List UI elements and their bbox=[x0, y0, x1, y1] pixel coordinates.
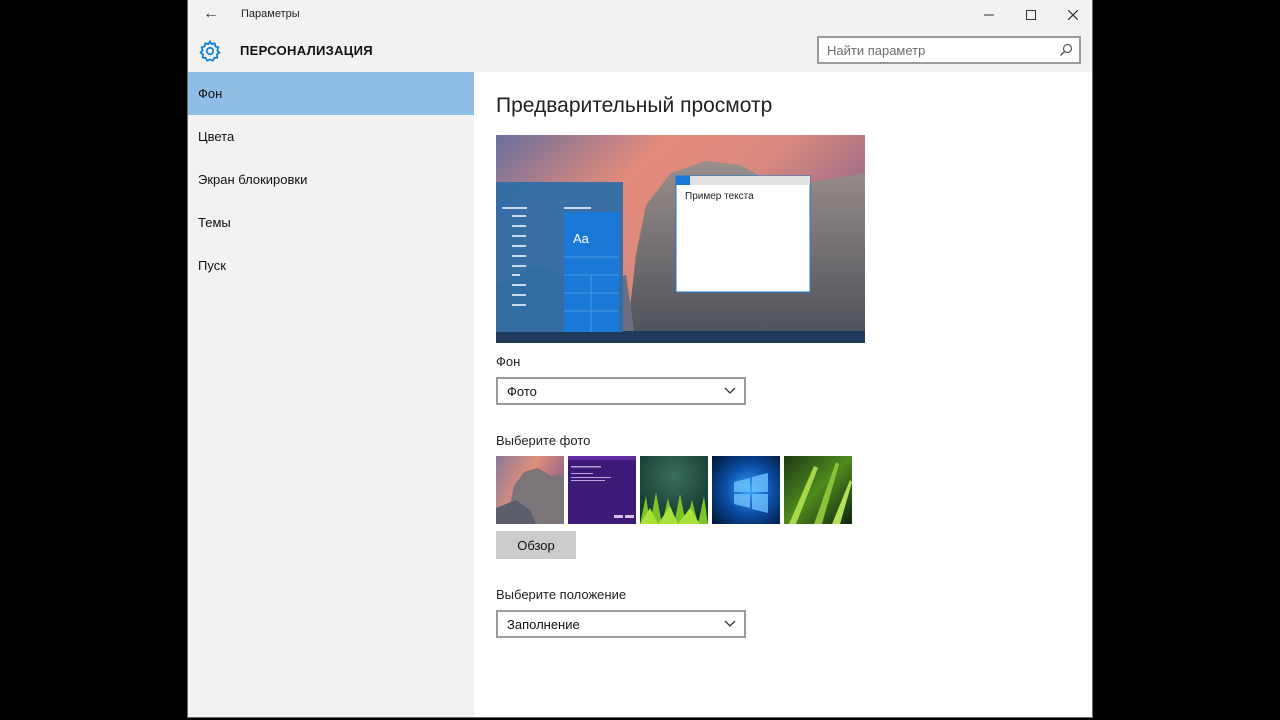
search-box[interactable] bbox=[817, 36, 1081, 64]
maximize-icon bbox=[1026, 10, 1036, 20]
sidebar-item-themes[interactable]: Темы bbox=[188, 201, 474, 244]
back-arrow-icon[interactable]: ← bbox=[201, 5, 221, 25]
title-bar: ← Параметры bbox=[188, 0, 1092, 30]
browse-button[interactable]: Обзор bbox=[496, 531, 576, 559]
close-button[interactable] bbox=[1052, 0, 1094, 30]
sidebar-item-label: Экран блокировки bbox=[198, 172, 308, 187]
position-select-value: Заполнение bbox=[507, 617, 580, 632]
minimize-icon bbox=[984, 14, 994, 16]
preview-sample-text: Пример текста bbox=[685, 191, 754, 202]
minimize-button[interactable] bbox=[968, 0, 1010, 30]
sidebar-item-background[interactable]: Фон bbox=[188, 72, 474, 115]
background-select[interactable]: Фото bbox=[496, 377, 746, 405]
window-title: Параметры bbox=[241, 8, 300, 20]
sidebar-item-label: Фон bbox=[198, 86, 223, 101]
chevron-down-icon bbox=[724, 620, 736, 627]
background-label: Фон bbox=[496, 354, 521, 369]
background-select-value: Фото bbox=[507, 384, 537, 399]
choose-photo-label: Выберите фото bbox=[496, 433, 591, 448]
page-title: Предварительный просмотр bbox=[496, 94, 773, 117]
main-content: Предварительный просмотр Aa Пример текст… bbox=[496, 72, 1086, 712]
photo-thumbnail-green[interactable] bbox=[784, 456, 852, 524]
section-title: ПЕРСОНАЛИЗАЦИЯ bbox=[240, 43, 373, 58]
close-icon bbox=[1068, 10, 1078, 20]
sidebar: Фон Цвета Экран блокировки Темы Пуск bbox=[188, 72, 474, 717]
settings-window: ← Параметры ПЕРСОНАЛИЗАЦИЯ Фон bbox=[187, 0, 1093, 718]
purple-setup-image bbox=[568, 456, 636, 524]
mountain-photo-image bbox=[496, 456, 564, 524]
sidebar-item-colors[interactable]: Цвета bbox=[188, 115, 474, 158]
search-icon[interactable] bbox=[1059, 43, 1073, 57]
maximize-button[interactable] bbox=[1010, 0, 1052, 30]
photo-thumbnails bbox=[496, 456, 856, 524]
photo-thumbnail-mountain[interactable] bbox=[496, 456, 564, 524]
preview-wallpaper-image bbox=[496, 135, 865, 343]
sidebar-item-lock-screen[interactable]: Экран блокировки bbox=[188, 158, 474, 201]
gear-icon bbox=[199, 39, 221, 62]
sidebar-item-label: Цвета bbox=[198, 129, 235, 144]
green-blades-image bbox=[784, 456, 852, 524]
position-label: Выберите положение bbox=[496, 587, 627, 602]
position-select[interactable]: Заполнение bbox=[496, 610, 746, 638]
page-header: ПЕРСОНАЛИЗАЦИЯ bbox=[188, 30, 1092, 72]
chevron-down-icon bbox=[724, 387, 736, 394]
grass-photo-image bbox=[640, 456, 708, 524]
photo-thumbnail-grass[interactable] bbox=[640, 456, 708, 524]
windows-hero-image bbox=[712, 456, 780, 524]
sidebar-item-start[interactable]: Пуск bbox=[188, 244, 474, 287]
sidebar-item-label: Темы bbox=[198, 215, 231, 230]
sidebar-item-label: Пуск bbox=[198, 258, 226, 273]
search-input[interactable] bbox=[827, 42, 1047, 58]
photo-thumbnail-windows[interactable] bbox=[712, 456, 780, 524]
photo-thumbnail-purple[interactable] bbox=[568, 456, 636, 524]
background-preview: Aa Пример текста bbox=[496, 135, 865, 343]
preview-tile-text: Aa bbox=[573, 231, 589, 246]
